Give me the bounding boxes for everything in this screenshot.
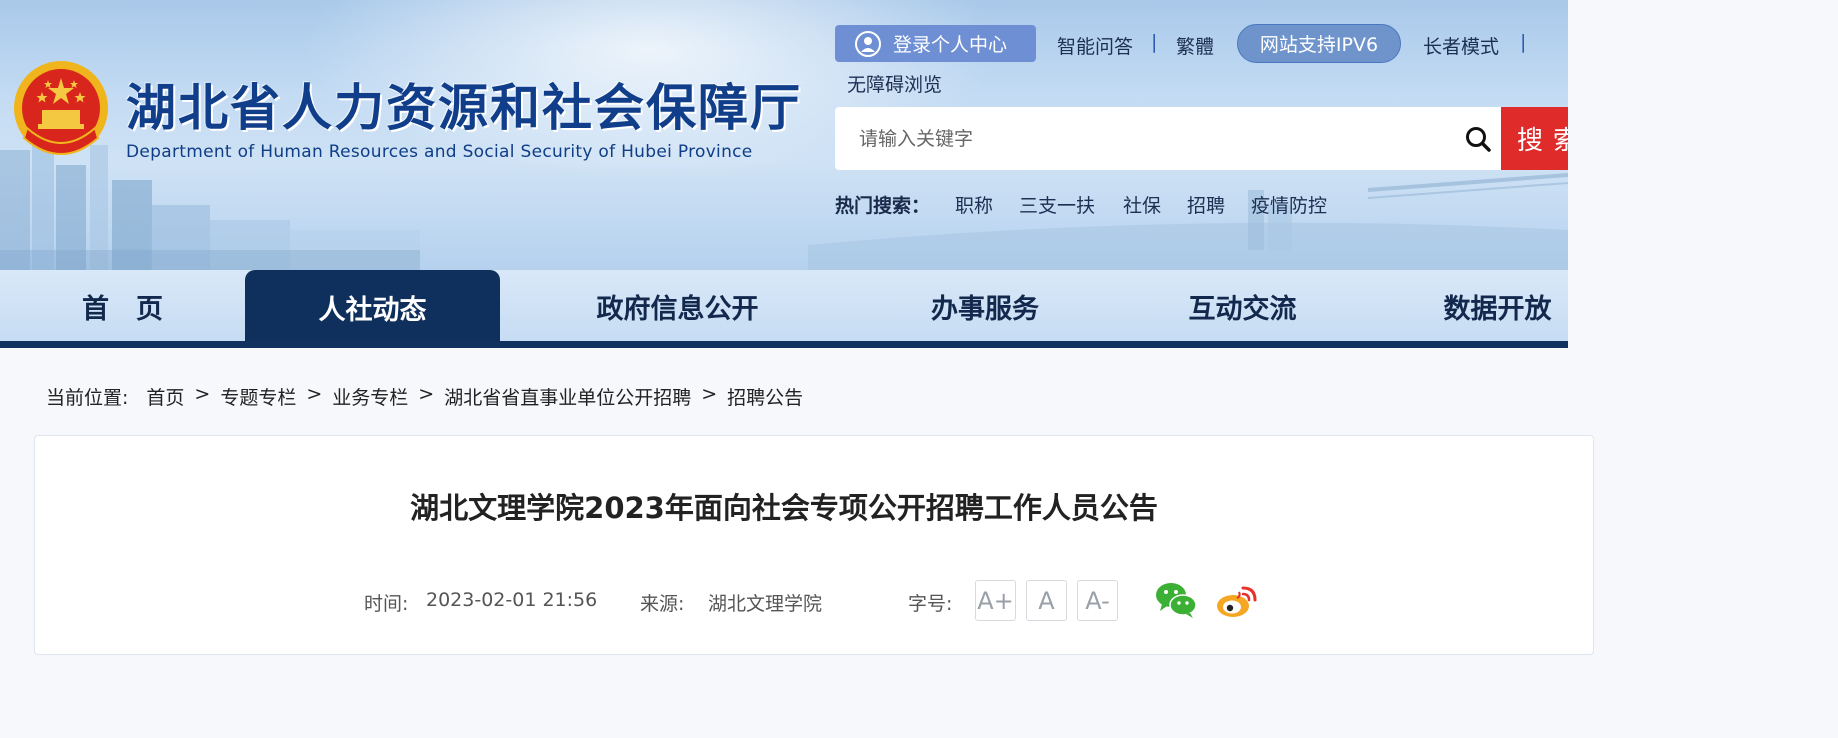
search-box	[835, 107, 1502, 170]
hot-search-label: 热门搜索：	[835, 195, 931, 217]
top-link-separator: |	[1520, 31, 1527, 53]
nav-item-interaction[interactable]: 互动交流	[1120, 270, 1365, 342]
font-default-button[interactable]: A	[1026, 580, 1067, 621]
breadcrumb-separator: >	[306, 383, 323, 405]
hot-search-item[interactable]: 职称	[955, 191, 993, 218]
breadcrumb-separator: >	[701, 383, 718, 405]
nav-bottom-bar	[0, 341, 1568, 348]
accessible-browse-link[interactable]: 无障碍浏览	[847, 70, 942, 97]
breadcrumb-item-business[interactable]: 业务专栏	[332, 383, 408, 410]
hot-search-item[interactable]: 招聘	[1187, 191, 1225, 218]
publish-time: 2023-02-01 21:56	[426, 589, 598, 611]
source-label: 来源:	[640, 593, 685, 615]
nav-item-services[interactable]: 办事服务	[860, 270, 1110, 342]
time-label: 时间:	[364, 593, 409, 615]
nav-item-open-data[interactable]: 数据开放	[1375, 270, 1620, 342]
login-personal-center-button[interactable]: 登录个人中心	[835, 25, 1036, 62]
font-decrease-button[interactable]: A-	[1077, 580, 1118, 621]
breadcrumb-item-home[interactable]: 首页	[146, 383, 184, 410]
font-size-label: 字号:	[908, 593, 953, 615]
site-subtitle: Department of Human Resources and Social…	[126, 142, 753, 162]
site-title: 湖北省人力资源和社会保障厅	[126, 79, 802, 137]
hot-search-item[interactable]: 社保	[1123, 191, 1161, 218]
nav-item-hr-news[interactable]: 人社动态	[245, 270, 500, 344]
search-button[interactable]: 搜索	[1501, 107, 1568, 170]
font-increase-label: A+	[977, 586, 1014, 615]
nav-item-gov-info[interactable]: 政府信息公开	[540, 270, 815, 342]
breadcrumb-item-notice[interactable]: 招聘公告	[727, 383, 803, 410]
hot-search-item[interactable]: 疫情防控	[1251, 191, 1327, 218]
wechat-icon[interactable]	[1154, 580, 1198, 620]
nav-item-home[interactable]: 首 页	[0, 270, 245, 342]
font-default-label: A	[1038, 586, 1055, 615]
breadcrumb-separator: >	[418, 383, 435, 405]
login-label: 登录个人中心	[893, 34, 1008, 56]
traditional-chinese-link[interactable]: 繁體	[1176, 32, 1214, 59]
hot-search-item[interactable]: 三支一扶	[1019, 191, 1095, 218]
weibo-icon[interactable]	[1215, 580, 1259, 620]
font-decrease-label: A-	[1085, 586, 1110, 615]
ipv6-support-button[interactable]: 网站支持IPV6	[1237, 24, 1401, 63]
smart-qa-link[interactable]: 智能问答	[1057, 32, 1133, 59]
breadcrumb-item-special[interactable]: 专题专栏	[220, 383, 296, 410]
search-icon[interactable]	[1464, 125, 1492, 153]
article-source: 湖北文理学院	[708, 593, 823, 615]
font-increase-button[interactable]: A+	[975, 580, 1016, 621]
person-circle-icon	[855, 30, 881, 57]
national-emblem-logo	[14, 61, 108, 155]
article-card	[34, 435, 1594, 655]
top-link-separator: |	[1151, 31, 1158, 53]
breadcrumb: 当前位置: 首页 > 专题专栏 > 业务专栏 > 湖北省省直事业单位公开招聘 >…	[46, 383, 803, 410]
article-title: 湖北文理学院2023年面向社会专项公开招聘工作人员公告	[410, 491, 1158, 525]
breadcrumb-separator: >	[194, 383, 211, 405]
breadcrumb-label: 当前位置:	[46, 387, 129, 409]
search-input[interactable]	[859, 118, 1459, 159]
breadcrumb-item-recruitment[interactable]: 湖北省省直事业单位公开招聘	[444, 383, 691, 410]
elder-mode-link[interactable]: 长者模式	[1423, 32, 1499, 59]
main-nav: 首 页 人社动态 政府信息公开 办事服务 互动交流 数据开放	[0, 270, 1568, 344]
header-banner: 湖北省人力资源和社会保障厅 Department of Human Resour…	[0, 0, 1568, 270]
